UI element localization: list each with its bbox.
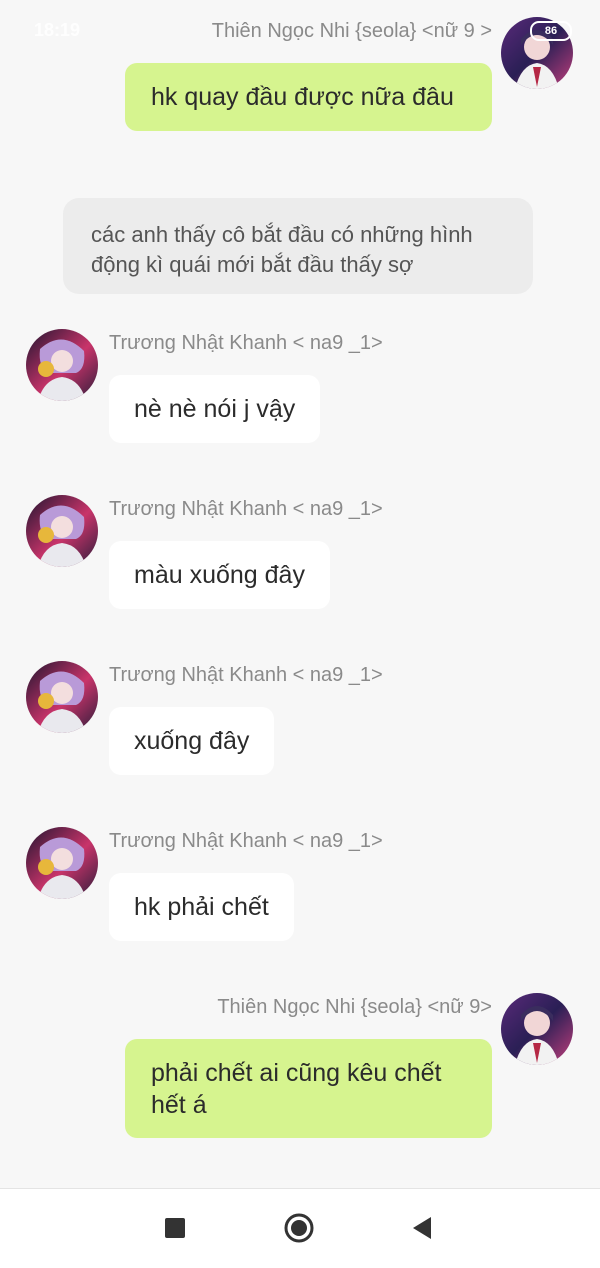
avatar[interactable]: [26, 329, 98, 401]
sender-name: Trương Nhật Khanh < na9 _1>: [109, 830, 383, 852]
message-bubble[interactable]: xuống đây: [109, 707, 275, 775]
sender-name: Trương Nhật Khanh < na9 _1>: [109, 332, 383, 354]
battery-icon: 86: [530, 21, 572, 41]
sender-name: Thiên Ngọc Nhi {seola} <nữ 9 >: [211, 20, 492, 42]
avatar[interactable]: [26, 661, 98, 733]
avatar[interactable]: [26, 827, 98, 899]
sender-name: Trương Nhật Khanh < na9 _1>: [109, 664, 383, 686]
recent-apps-icon[interactable]: [160, 1213, 190, 1243]
message-bubble[interactable]: hk phải chết: [109, 873, 294, 941]
narration-box: các anh thấy cô bắt đầu có những hình độ…: [63, 198, 533, 294]
message-bubble[interactable]: hk quay đầu được nữa đâu: [125, 63, 492, 131]
status-time: 18:19: [34, 20, 81, 40]
sender-name: Trương Nhật Khanh < na9 _1>: [109, 498, 383, 520]
navigation-bar: [0, 1188, 600, 1268]
sender-name: Thiên Ngọc Nhi {seola} <nữ 9>: [217, 996, 492, 1018]
message-bubble[interactable]: màu xuống đây: [109, 541, 330, 609]
back-icon[interactable]: [407, 1213, 437, 1243]
message-bubble[interactable]: nè nè nói j vậy: [109, 375, 321, 443]
home-icon[interactable]: [284, 1213, 314, 1243]
avatar[interactable]: [26, 495, 98, 567]
message-bubble[interactable]: phải chết ai cũng kêu chết hết á: [125, 1039, 492, 1138]
avatar[interactable]: [501, 993, 573, 1065]
